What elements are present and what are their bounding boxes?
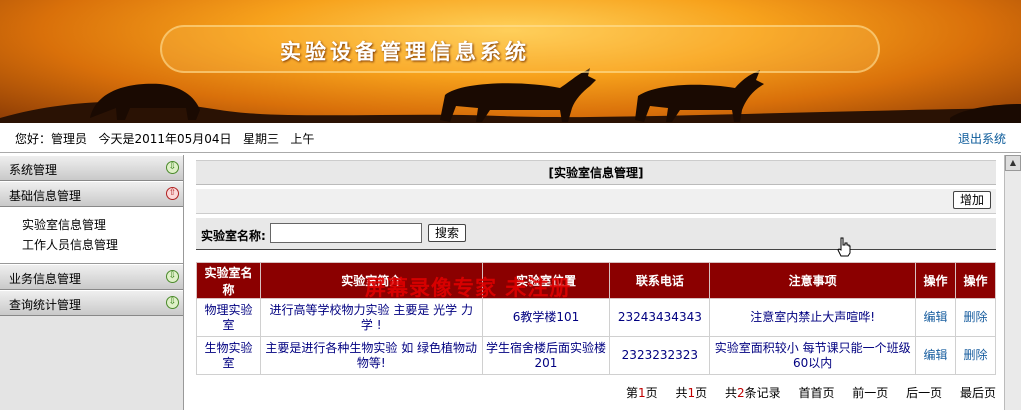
header-banner: 实验设备管理信息系统 bbox=[0, 0, 1021, 123]
sidebar: 系统管理 ⇩ 基础信息管理 ⇧ 实验室信息管理 工作人员信息管理 业务信息管理 … bbox=[0, 155, 184, 410]
menu-label: 业务信息管理 bbox=[9, 272, 82, 286]
vertical-scrollbar[interactable]: ▲ bbox=[1004, 155, 1021, 410]
scroll-up-arrow-icon[interactable]: ▲ bbox=[1005, 155, 1021, 171]
pagination: 第1页 共1页 共2条记录 首首页 前一页 后一页 最后页 bbox=[196, 384, 996, 406]
col-header: 注意事项 bbox=[709, 262, 917, 299]
cell-location: 6教学楼101 bbox=[481, 298, 611, 337]
menu-basic-info-management[interactable]: 基础信息管理 ⇧ bbox=[0, 181, 183, 207]
app-title: 实验设备管理信息系统 bbox=[280, 40, 530, 64]
page-title: [实验室信息管理] bbox=[196, 160, 996, 185]
cell-intro: 进行高等学校物力实验 主要是 光学 力学 ! bbox=[259, 298, 483, 337]
submenu-item-staff-info[interactable]: 工作人员信息管理 bbox=[22, 235, 183, 255]
toolbar: 增加 bbox=[196, 189, 996, 214]
delete-link[interactable]: 删除 bbox=[954, 298, 997, 337]
menu-system-management[interactable]: 系统管理 ⇩ bbox=[0, 155, 183, 181]
greeting-text: 您好：管理员 今天是2011年05月04日 星期三 上午 bbox=[15, 132, 315, 146]
cell-phone: 23243434343 bbox=[609, 298, 711, 337]
menu-label: 基础信息管理 bbox=[9, 189, 82, 203]
cell-name: 物理实验室 bbox=[196, 298, 261, 337]
table-header-row: 实验室名称 实验室简介 实验室位置 联系电话 注意事项 操作 操作 bbox=[196, 262, 997, 299]
table-row: 物理实验室 进行高等学校物力实验 主要是 光学 力学 ! 6教学楼101 232… bbox=[196, 298, 997, 337]
cell-phone: 2323232323 bbox=[609, 336, 711, 375]
add-button[interactable]: 增加 bbox=[952, 191, 991, 209]
expand-icon[interactable]: ⇩ bbox=[166, 296, 179, 309]
edit-link[interactable]: 编辑 bbox=[915, 336, 956, 375]
col-header: 操作 bbox=[915, 262, 956, 299]
main-panel: [实验室信息管理] 增加 实验室名称: 搜索 实验室名称 实验室简介 实验室位置… bbox=[196, 160, 997, 410]
search-button[interactable]: 搜索 bbox=[428, 224, 467, 242]
menu-label: 查询统计管理 bbox=[9, 298, 82, 312]
current-page: 第1页 bbox=[625, 386, 658, 400]
first-page-link[interactable]: 首首页 bbox=[798, 386, 834, 400]
recorder-watermark: 屏幕录像专家 未注册 bbox=[365, 276, 572, 300]
search-label: 实验室名称: bbox=[201, 229, 266, 243]
total-records: 共2条记录 bbox=[724, 386, 781, 400]
prev-page-link[interactable]: 前一页 bbox=[852, 386, 888, 400]
search-bar: 实验室名称: 搜索 bbox=[196, 218, 996, 250]
cell-location: 学生宿舍楼后面实验楼201 bbox=[481, 336, 611, 375]
total-pages: 共1页 bbox=[675, 386, 708, 400]
cell-name: 生物实验室 bbox=[196, 336, 261, 375]
menu-query-statistics[interactable]: 查询统计管理 ⇩ bbox=[0, 290, 183, 316]
col-header: 联系电话 bbox=[609, 262, 711, 299]
col-header: 实验室名称 bbox=[196, 262, 261, 299]
collapse-icon[interactable]: ⇧ bbox=[166, 187, 179, 200]
menu-business-info-management[interactable]: 业务信息管理 ⇩ bbox=[0, 264, 183, 290]
cell-notes: 注意室内禁止大声喧哗! bbox=[709, 298, 917, 337]
logout-link[interactable]: 退出系统 bbox=[958, 130, 1006, 147]
edit-link[interactable]: 编辑 bbox=[915, 298, 956, 337]
last-page-link[interactable]: 最后页 bbox=[960, 386, 996, 400]
delete-link[interactable]: 删除 bbox=[954, 336, 997, 375]
col-header: 操作 bbox=[954, 262, 997, 299]
info-bar: 您好：管理员 今天是2011年05月04日 星期三 上午 退出系统 bbox=[0, 123, 1021, 153]
menu-label: 系统管理 bbox=[9, 163, 58, 177]
table-row: 生物实验室 主要是进行各种生物实验 如 绿色植物动物等! 学生宿舍楼后面实验楼2… bbox=[196, 336, 997, 375]
expand-icon[interactable]: ⇩ bbox=[166, 161, 179, 174]
submenu-basic-info: 实验室信息管理 工作人员信息管理 bbox=[0, 207, 183, 264]
hand-cursor-icon bbox=[837, 237, 851, 257]
expand-icon[interactable]: ⇩ bbox=[166, 270, 179, 283]
lab-name-search-input[interactable] bbox=[270, 223, 422, 243]
submenu-item-lab-info[interactable]: 实验室信息管理 bbox=[22, 215, 183, 235]
cell-intro: 主要是进行各种生物实验 如 绿色植物动物等! bbox=[259, 336, 483, 375]
cell-notes: 实验室面积较小 每节课只能一个班级60以内 bbox=[709, 336, 917, 375]
lab-table: 实验室名称 实验室简介 实验室位置 联系电话 注意事项 操作 操作 物理实验室 … bbox=[196, 262, 997, 375]
next-page-link[interactable]: 后一页 bbox=[906, 386, 942, 400]
